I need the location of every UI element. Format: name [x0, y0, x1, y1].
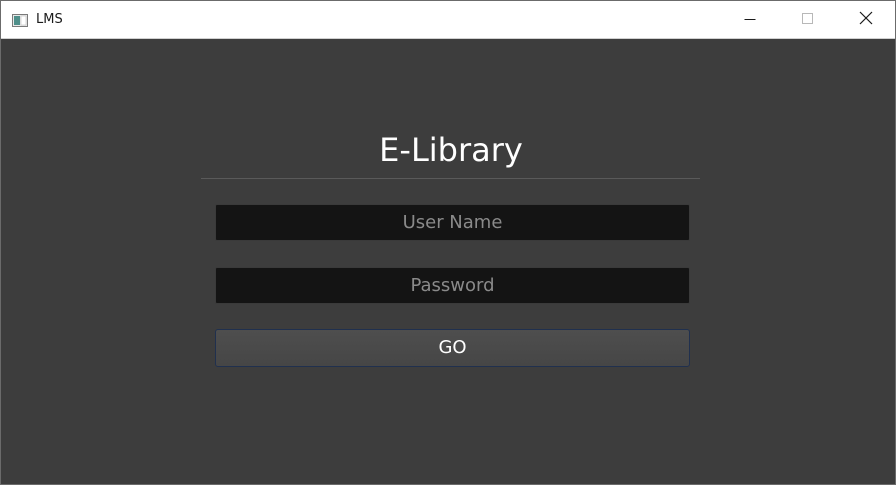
title-bar[interactable]: LMS: [1, 1, 895, 39]
minimize-button[interactable]: [721, 1, 779, 38]
login-panel: E-Library GO: [1, 39, 895, 484]
password-input[interactable]: [215, 267, 690, 304]
maximize-button[interactable]: [779, 1, 837, 38]
minimize-icon: [744, 10, 756, 29]
close-icon: [859, 10, 873, 29]
close-button[interactable]: [837, 1, 895, 38]
window-title: LMS: [36, 12, 63, 27]
application-window: LMS E-Library User Name GO: [0, 0, 896, 485]
go-button[interactable]: GO: [215, 329, 690, 367]
title-divider: [201, 178, 700, 179]
username-input[interactable]: [215, 204, 690, 241]
app-window-icon: [12, 12, 28, 27]
page-title: E-Library: [379, 131, 523, 169]
maximize-icon: [802, 10, 814, 29]
